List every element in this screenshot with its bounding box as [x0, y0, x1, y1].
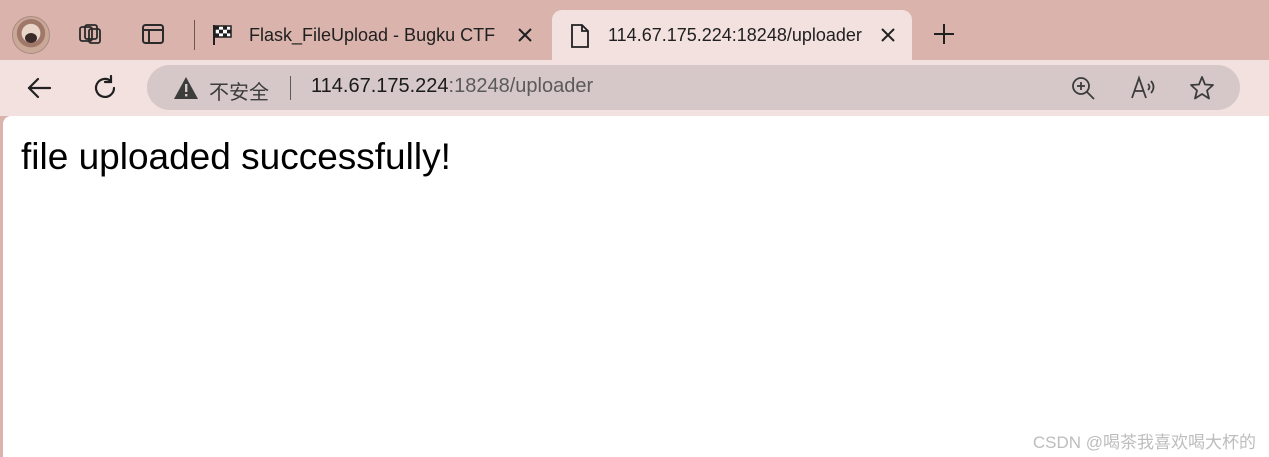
tab-title: Flask_FileUpload - Bugku CTF: [249, 25, 496, 45]
url-host: 114.67.175.224: [311, 75, 449, 97]
csdn-watermark: CSDN @喝茶我喜欢喝大杯的: [1032, 433, 1256, 452]
tab-flask-fileupload[interactable]: Flask_FileUpload - Bugku CTF: [201, 10, 549, 60]
favorite-star-icon[interactable]: [1189, 75, 1215, 101]
profile-avatar[interactable]: [12, 16, 50, 54]
tab-title: 114.67.175.224:18248/uploader: [608, 25, 862, 45]
warning-triangle-icon[interactable]: [173, 76, 199, 100]
address-bar[interactable]: 不安全 114.67.175.224:18248/uploader: [147, 65, 1240, 110]
refresh-icon[interactable]: [90, 73, 120, 103]
not-secure-label[interactable]: 不安全: [209, 76, 269, 105]
checkered-flag-icon: [211, 23, 235, 47]
address-separator: [290, 76, 291, 100]
close-tab-icon[interactable]: [878, 25, 898, 45]
avatar-mouth: [25, 33, 37, 43]
close-tab-icon[interactable]: [515, 25, 535, 45]
url-path: :18248/uploader: [448, 75, 594, 97]
url-text[interactable]: 114.67.175.224:18248/uploader: [311, 75, 593, 98]
tab-divider: [194, 20, 195, 50]
document-icon: [569, 23, 591, 49]
page-heading: file uploaded successfully!: [21, 136, 451, 177]
zoom-in-icon[interactable]: [1070, 75, 1096, 101]
read-aloud-icon[interactable]: [1130, 75, 1156, 101]
tab-uploader[interactable]: 114.67.175.224:18248/uploader: [552, 10, 912, 60]
workspaces-icon[interactable]: [76, 20, 104, 48]
vertical-tabs-icon[interactable]: [139, 20, 167, 48]
new-tab-plus-icon[interactable]: [930, 20, 958, 48]
back-arrow-icon[interactable]: [24, 73, 54, 103]
